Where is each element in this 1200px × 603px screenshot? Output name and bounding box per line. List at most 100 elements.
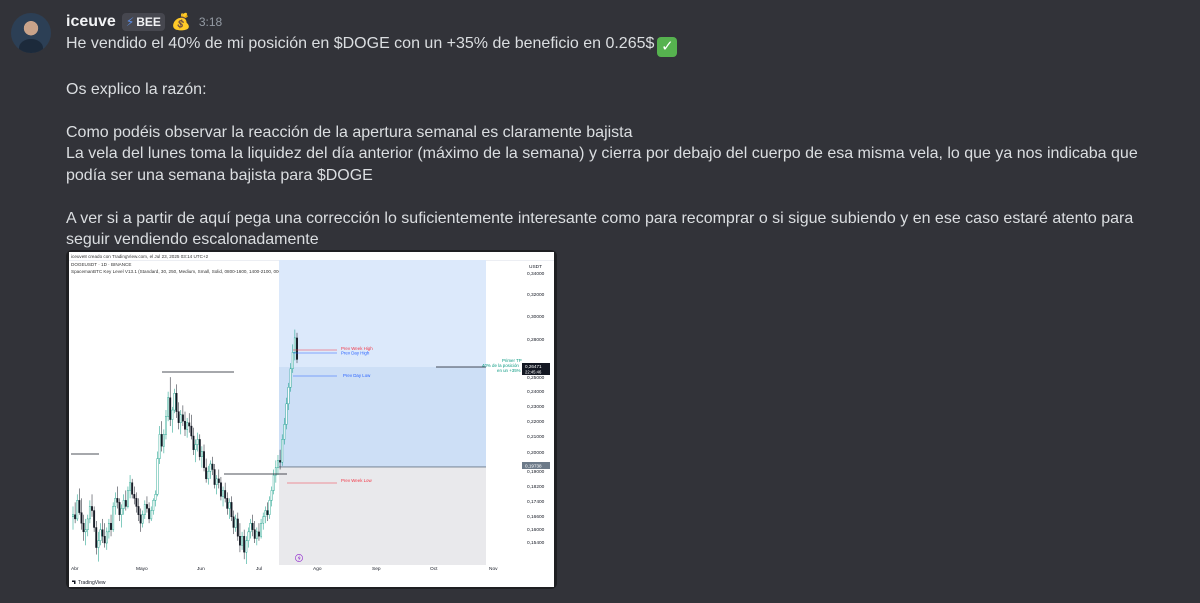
current-price-time: 22:45:46: [525, 370, 542, 375]
candle-body: [165, 416, 167, 435]
candle-body: [239, 536, 241, 546]
bolt-icon: ⚡: [125, 15, 135, 29]
candle-body: [266, 510, 269, 515]
price-tick-label: 0,21000: [527, 434, 545, 440]
candle-body: [234, 518, 237, 528]
price-tick-label: 0,24000: [527, 389, 545, 395]
price-tick-label: 0,23000: [527, 404, 545, 410]
axis-currency: USDT: [529, 264, 542, 270]
timestamp[interactable]: 3:18: [199, 15, 222, 29]
candle-body: [133, 494, 136, 499]
candle-body: [84, 529, 87, 533]
candle-body: [264, 510, 267, 518]
profit-zone: [279, 367, 486, 467]
candle-body: [245, 540, 248, 553]
candle-body: [226, 498, 229, 509]
candle-body: [101, 529, 104, 537]
label-prev-week-low: Prev Week Low: [341, 478, 372, 483]
candle-body: [181, 414, 184, 422]
message-header: iceuve ⚡ BEE 💰 3:18: [66, 12, 222, 32]
candle-body: [107, 522, 110, 533]
candle-body: [173, 393, 176, 411]
price-tick-label: 0,16000: [527, 527, 545, 533]
candle-body: [232, 516, 235, 528]
candle-body: [196, 439, 199, 445]
label-prev-day-low: Prev Day Low: [343, 373, 371, 378]
candle-body: [228, 502, 231, 509]
candle-body: [184, 420, 186, 430]
candle-body: [207, 471, 210, 480]
candle-body: [236, 518, 239, 537]
message-line: He vendido el 40% de mi posición en $DOG…: [66, 33, 1181, 57]
time-tick-label: Ago: [313, 566, 322, 572]
candle-body: [177, 411, 180, 423]
candle-body: [279, 460, 282, 463]
time-tick-label: Sep: [372, 566, 381, 572]
candle-body: [171, 409, 174, 420]
candle-body: [116, 498, 119, 503]
candle-body: [141, 514, 144, 524]
candle-body: [97, 540, 100, 548]
candle-body: [203, 451, 205, 468]
price-tick-label: 0,15400: [527, 540, 545, 546]
candle-body: [167, 397, 170, 417]
tradingview-chart[interactable]: iceuve8 creado con TradingView.com, el J…: [69, 252, 554, 587]
time-tick-label: Abr: [71, 566, 79, 572]
candle-body: [169, 397, 172, 420]
entry-line: [279, 466, 486, 468]
candle-body: [287, 387, 290, 405]
username[interactable]: iceuve: [66, 13, 116, 31]
candle-body: [230, 502, 233, 518]
candle-body: [198, 439, 201, 457]
candle-body: [118, 502, 121, 515]
candle-body: [253, 529, 256, 539]
candle-body: [291, 352, 294, 369]
chart-footer-bg: [69, 577, 554, 587]
candle-body: [268, 500, 271, 515]
candle-body: [241, 536, 243, 546]
time-axis: Abr Mayo Jun Jul Ago Sep Oct Nov: [71, 566, 498, 572]
candle-body: [296, 337, 298, 360]
time-tick-label: Jun: [197, 566, 205, 572]
candle-body: [99, 529, 102, 541]
price-tick-label: 0,30000: [527, 314, 545, 320]
candle-body: [224, 490, 227, 499]
candles: [72, 329, 298, 564]
candle-body: [213, 469, 216, 485]
candle-body: [277, 460, 279, 468]
candle-body: [112, 506, 115, 530]
server-tag-badge[interactable]: ⚡ BEE: [121, 13, 165, 31]
chart-header-2: DOGEUSDT · 1D · BINANCE: [71, 262, 131, 267]
footer-label: TradingView: [78, 580, 106, 586]
price-tick-label: 0,19000: [527, 469, 545, 475]
candle-body: [190, 425, 193, 437]
candle-body: [243, 536, 246, 553]
time-tick-label: Nov: [489, 566, 498, 572]
candle-body: [74, 514, 77, 520]
price-tick-label: 0,25000: [527, 375, 545, 381]
price-tick-label: 0,28000: [527, 337, 545, 343]
avatar[interactable]: [11, 13, 51, 53]
price-axis: 0,34000 0,32000 0,30000 0,28000 0,25000 0,240…: [527, 271, 545, 546]
candle-body: [209, 463, 212, 472]
candle-body: [160, 434, 163, 447]
candle-body: [289, 368, 292, 388]
candle-body: [186, 422, 189, 430]
price-tick-label: 0,16600: [527, 514, 545, 520]
candle-body: [194, 444, 197, 450]
candle-body: [137, 506, 140, 515]
candle-body: [110, 522, 112, 530]
image-attachment[interactable]: iceuve8 creado con TradingView.com, el J…: [66, 250, 557, 589]
message-text-para1-line2: La vela del lunes toma la liquidez del d…: [66, 145, 1138, 184]
candle-body: [143, 504, 146, 515]
candle-body: [129, 482, 131, 491]
candle-body: [158, 434, 161, 459]
candle-body: [105, 531, 108, 544]
candle-body: [211, 463, 214, 470]
time-tick-label: Mayo: [136, 566, 148, 572]
money-bag-icon: 💰: [170, 14, 191, 31]
candle-body: [217, 478, 220, 483]
candle-body: [120, 508, 123, 515]
candle-body: [139, 514, 142, 524]
candle-body: [175, 393, 178, 412]
